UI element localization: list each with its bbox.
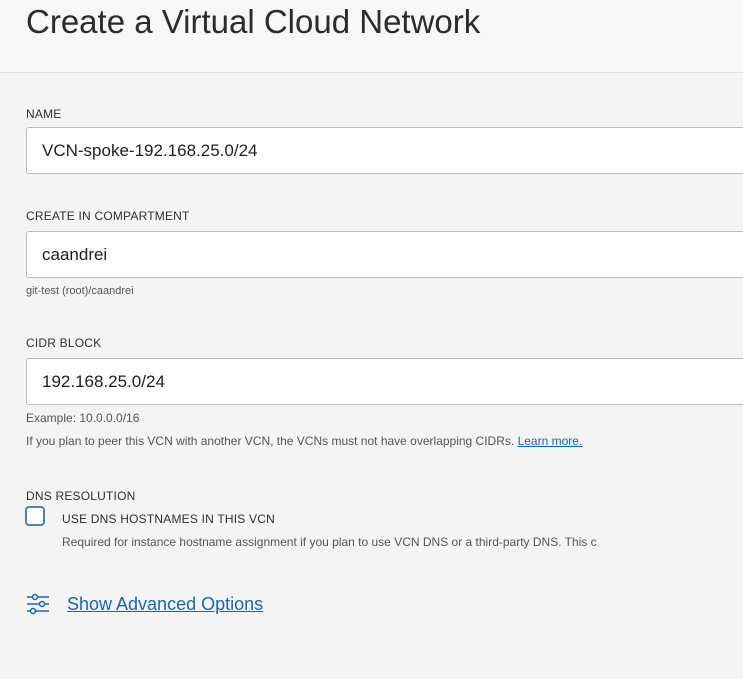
name-input[interactable] xyxy=(26,127,743,174)
dns-checkbox-description: Required for instance hostname assignmen… xyxy=(62,535,597,549)
page-header: Create a Virtual Cloud Network xyxy=(0,0,743,73)
compartment-path: git-test (root)/caandrei xyxy=(26,285,134,297)
cidr-note-line: If you plan to peer this VCN with anothe… xyxy=(26,434,582,448)
sliders-icon xyxy=(26,592,50,616)
learn-more-link[interactable]: Learn more. xyxy=(518,434,583,448)
page-title: Create a Virtual Cloud Network xyxy=(26,3,481,40)
cidr-example: Example: 10.0.0.0/16 xyxy=(26,411,140,425)
cidr-note: If you plan to peer this VCN with anothe… xyxy=(26,434,515,448)
cidr-label: CIDR BLOCK xyxy=(26,336,102,350)
show-advanced-options[interactable]: Show Advanced Options xyxy=(26,591,263,617)
show-advanced-options-link[interactable]: Show Advanced Options xyxy=(67,594,263,615)
compartment-select[interactable]: caandrei xyxy=(26,231,743,278)
cidr-input[interactable] xyxy=(26,358,743,405)
name-label: NAME xyxy=(26,107,62,121)
dns-section-label: DNS RESOLUTION xyxy=(26,489,136,503)
dns-checkbox-label: USE DNS HOSTNAMES IN THIS VCN xyxy=(62,512,275,526)
compartment-label: CREATE IN COMPARTMENT xyxy=(26,209,190,223)
dns-hostnames-checkbox[interactable] xyxy=(25,506,45,526)
